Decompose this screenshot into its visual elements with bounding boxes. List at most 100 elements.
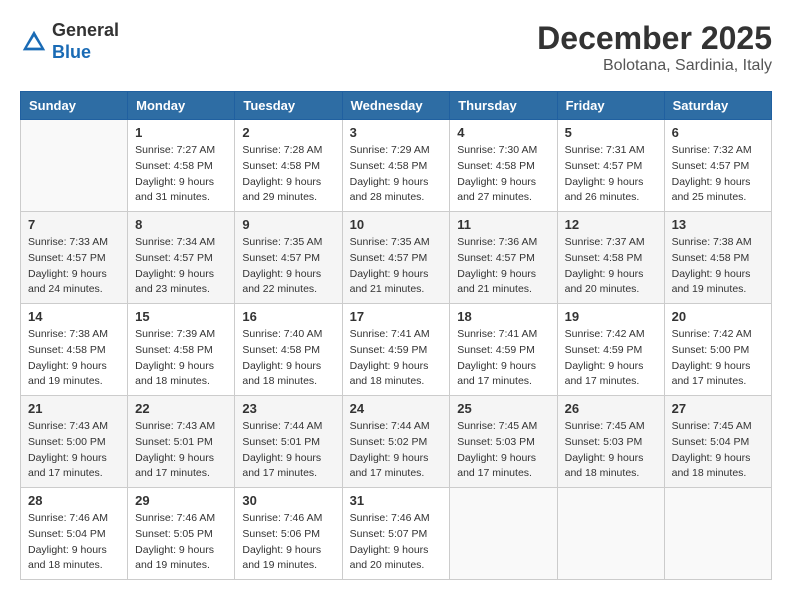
calendar-cell: 13 Sunrise: 7:38 AMSunset: 4:58 PMDayligh… <box>664 212 771 304</box>
calendar-cell: 17 Sunrise: 7:41 AMSunset: 4:59 PMDayligh… <box>342 304 450 396</box>
day-number: 23 <box>242 401 334 416</box>
day-info: Sunrise: 7:29 AMSunset: 4:58 PMDaylight:… <box>350 143 443 206</box>
calendar-cell: 7Sunrise: 7:33 AMSunset: 4:57 PMDaylight… <box>21 212 128 304</box>
day-info: Sunrise: 7:33 AMSunset: 4:57 PMDaylight:… <box>28 235 120 298</box>
day-info: Sunrise: 7:43 AMSunset: 5:01 PMDaylight:… <box>135 419 227 482</box>
day-info: Sunrise: 7:35 AMSunset: 4:57 PMDaylight:… <box>242 235 334 298</box>
calendar-cell: 23Sunrise: 7:44 AMSunset: 5:01 PMDayligh… <box>235 396 342 488</box>
day-number: 25 <box>457 401 549 416</box>
calendar-cell: 24 Sunrise: 7:44 AMSunset: 5:02 PMDayligh… <box>342 396 450 488</box>
calendar-cell: 20 Sunrise: 7:42 AMSunset: 5:00 PMDayligh… <box>664 304 771 396</box>
calendar-cell: 2Sunrise: 7:28 AMSunset: 4:58 PMDaylight… <box>235 120 342 212</box>
calendar-cell: 26 Sunrise: 7:45 AMSunset: 5:03 PMDayligh… <box>557 396 664 488</box>
day-info: Sunrise: 7:42 AMSunset: 4:59 PMDaylight:… <box>565 327 657 390</box>
calendar-cell: 19 Sunrise: 7:42 AMSunset: 4:59 PMDayligh… <box>557 304 664 396</box>
day-number: 13 <box>672 217 764 232</box>
day-number: 15 <box>135 309 227 324</box>
day-info: Sunrise: 7:31 AMSunset: 4:57 PMDaylight:… <box>565 143 657 206</box>
calendar-cell: 21 Sunrise: 7:43 AMSunset: 5:00 PMDayligh… <box>21 396 128 488</box>
day-info: Sunrise: 7:45 AMSunset: 5:03 PMDaylight:… <box>565 419 657 482</box>
calendar-cell: 1Sunrise: 7:27 AMSunset: 4:58 PMDaylight… <box>128 120 235 212</box>
logo-blue: Blue <box>52 42 91 62</box>
calendar-cell: 16 Sunrise: 7:40 AMSunset: 4:58 PMDayligh… <box>235 304 342 396</box>
calendar-cell: 11Sunrise: 7:36 AMSunset: 4:57 PMDayligh… <box>450 212 557 304</box>
day-number: 6 <box>672 125 764 140</box>
calendar-cell: 18Sunrise: 7:41 AMSunset: 4:59 PMDayligh… <box>450 304 557 396</box>
day-info: Sunrise: 7:46 AMSunset: 5:07 PMDaylight:… <box>350 511 443 574</box>
weekday-header-monday: Monday <box>128 92 235 120</box>
day-info: Sunrise: 7:40 AMSunset: 4:58 PMDaylight:… <box>242 327 334 390</box>
day-info: Sunrise: 7:46 AMSunset: 5:06 PMDaylight:… <box>242 511 334 574</box>
day-number: 20 <box>672 309 764 324</box>
day-info: Sunrise: 7:39 AMSunset: 4:58 PMDaylight:… <box>135 327 227 390</box>
day-number: 14 <box>28 309 120 324</box>
day-number: 22 <box>135 401 227 416</box>
page-header: General Blue December 2025 Bolotana, Sar… <box>20 20 772 75</box>
day-number: 9 <box>242 217 334 232</box>
day-number: 10 <box>350 217 443 232</box>
day-number: 2 <box>242 125 334 140</box>
day-number: 5 <box>565 125 657 140</box>
day-info: Sunrise: 7:46 AMSunset: 5:05 PMDaylight:… <box>135 511 227 574</box>
logo-general: General <box>52 20 119 40</box>
day-number: 21 <box>28 401 120 416</box>
day-info: Sunrise: 7:46 AMSunset: 5:04 PMDaylight:… <box>28 511 120 574</box>
day-info: Sunrise: 7:35 AMSunset: 4:57 PMDaylight:… <box>350 235 443 298</box>
calendar-cell: 3 Sunrise: 7:29 AMSunset: 4:58 PMDaylight… <box>342 120 450 212</box>
calendar-cell: 22 Sunrise: 7:43 AMSunset: 5:01 PMDayligh… <box>128 396 235 488</box>
logo-text: General Blue <box>52 20 119 63</box>
day-info: Sunrise: 7:43 AMSunset: 5:00 PMDaylight:… <box>28 419 120 482</box>
day-info: Sunrise: 7:30 AMSunset: 4:58 PMDaylight:… <box>457 143 549 206</box>
day-number: 29 <box>135 493 227 508</box>
day-number: 4 <box>457 125 549 140</box>
calendar-cell: 14 Sunrise: 7:38 AMSunset: 4:58 PMDayligh… <box>21 304 128 396</box>
day-info: Sunrise: 7:44 AMSunset: 5:02 PMDaylight:… <box>350 419 443 482</box>
day-info: Sunrise: 7:32 AMSunset: 4:57 PMDaylight:… <box>672 143 764 206</box>
month-title: December 2025 <box>537 20 772 57</box>
day-number: 19 <box>565 309 657 324</box>
day-info: Sunrise: 7:41 AMSunset: 4:59 PMDaylight:… <box>457 327 549 390</box>
day-number: 3 <box>350 125 443 140</box>
calendar-cell: 28Sunrise: 7:46 AMSunset: 5:04 PMDayligh… <box>21 488 128 580</box>
day-info: Sunrise: 7:41 AMSunset: 4:59 PMDaylight:… <box>350 327 443 390</box>
weekday-header-sunday: Sunday <box>21 92 128 120</box>
calendar-cell: 15 Sunrise: 7:39 AMSunset: 4:58 PMDayligh… <box>128 304 235 396</box>
day-info: Sunrise: 7:36 AMSunset: 4:57 PMDaylight:… <box>457 235 549 298</box>
weekday-header-saturday: Saturday <box>664 92 771 120</box>
location-title: Bolotana, Sardinia, Italy <box>537 57 772 75</box>
day-number: 16 <box>242 309 334 324</box>
calendar-cell <box>21 120 128 212</box>
day-info: Sunrise: 7:38 AMSunset: 4:58 PMDaylight:… <box>28 327 120 390</box>
day-number: 17 <box>350 309 443 324</box>
calendar-cell: 8 Sunrise: 7:34 AMSunset: 4:57 PMDaylight… <box>128 212 235 304</box>
calendar-cell: 6 Sunrise: 7:32 AMSunset: 4:57 PMDaylight… <box>664 120 771 212</box>
day-number: 1 <box>135 125 227 140</box>
day-info: Sunrise: 7:37 AMSunset: 4:58 PMDaylight:… <box>565 235 657 298</box>
calendar-cell: 25 Sunrise: 7:45 AMSunset: 5:03 PMDayligh… <box>450 396 557 488</box>
calendar-cell: 9 Sunrise: 7:35 AMSunset: 4:57 PMDaylight… <box>235 212 342 304</box>
day-number: 27 <box>672 401 764 416</box>
calendar-week-row: 21 Sunrise: 7:43 AMSunset: 5:00 PMDayligh… <box>21 396 772 488</box>
calendar-week-row: 1Sunrise: 7:27 AMSunset: 4:58 PMDaylight… <box>21 120 772 212</box>
weekday-header-wednesday: Wednesday <box>342 92 450 120</box>
calendar-cell: 31 Sunrise: 7:46 AMSunset: 5:07 PMDayligh… <box>342 488 450 580</box>
day-info: Sunrise: 7:45 AMSunset: 5:03 PMDaylight:… <box>457 419 549 482</box>
day-info: Sunrise: 7:42 AMSunset: 5:00 PMDaylight:… <box>672 327 764 390</box>
day-info: Sunrise: 7:45 AMSunset: 5:04 PMDaylight:… <box>672 419 764 482</box>
calendar-cell: 10 Sunrise: 7:35 AMSunset: 4:57 PMDayligh… <box>342 212 450 304</box>
calendar-week-row: 7Sunrise: 7:33 AMSunset: 4:57 PMDaylight… <box>21 212 772 304</box>
weekday-header-tuesday: Tuesday <box>235 92 342 120</box>
day-number: 12 <box>565 217 657 232</box>
calendar-cell <box>450 488 557 580</box>
weekday-header-friday: Friday <box>557 92 664 120</box>
day-number: 24 <box>350 401 443 416</box>
calendar-cell: 5 Sunrise: 7:31 AMSunset: 4:57 PMDaylight… <box>557 120 664 212</box>
day-info: Sunrise: 7:38 AMSunset: 4:58 PMDaylight:… <box>672 235 764 298</box>
calendar-table: SundayMondayTuesdayWednesdayThursdayFrid… <box>20 91 772 580</box>
day-number: 26 <box>565 401 657 416</box>
day-info: Sunrise: 7:34 AMSunset: 4:57 PMDaylight:… <box>135 235 227 298</box>
day-number: 31 <box>350 493 443 508</box>
calendar-cell: 4 Sunrise: 7:30 AMSunset: 4:58 PMDaylight… <box>450 120 557 212</box>
title-block: December 2025 Bolotana, Sardinia, Italy <box>537 20 772 75</box>
day-number: 8 <box>135 217 227 232</box>
